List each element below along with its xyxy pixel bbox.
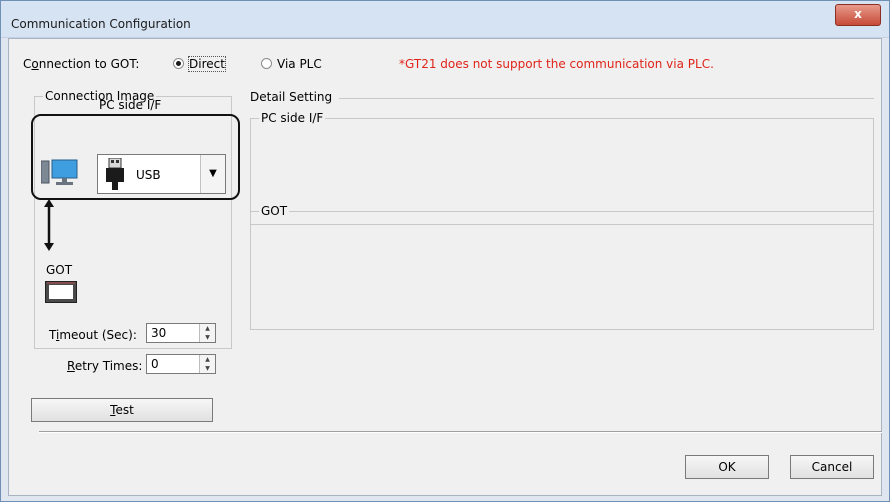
retry-spin-buttons[interactable]: ▲ ▼ <box>199 355 215 373</box>
dialog-client-area: Connection to GOT: Direct Via PLC *GT21 … <box>8 38 882 496</box>
close-button[interactable]: x <box>835 4 881 26</box>
timeout-stepper[interactable]: 30 ▲ ▼ <box>146 323 216 343</box>
close-icon: x <box>854 7 862 21</box>
detail-setting-rule <box>339 98 874 99</box>
radio-via-plc-label[interactable]: Via PLC <box>277 57 322 71</box>
timeout-value: 30 <box>151 326 167 340</box>
retry-value: 0 <box>151 357 159 371</box>
got-group-legend: GOT <box>259 204 290 218</box>
got-label: GOT <box>46 263 73 277</box>
spin-up-icon[interactable]: ▲ <box>200 355 215 364</box>
pc-side-if-group-legend: PC side I/F <box>259 111 326 125</box>
retry-stepper[interactable]: 0 ▲ ▼ <box>146 354 216 374</box>
title-bar[interactable]: Communication Configuration x <box>1 1 889 38</box>
connection-label: Connection to GOT: <box>23 57 140 71</box>
test-button[interactable]: Test <box>31 398 213 422</box>
cancel-button[interactable]: Cancel <box>790 455 874 479</box>
spin-down-icon[interactable]: ▼ <box>200 364 215 373</box>
timeout-spin-buttons[interactable]: ▲ ▼ <box>199 324 215 342</box>
got-panel-icon <box>45 281 77 303</box>
pc-side-if-label: PC side I/F <box>99 98 162 112</box>
detail-setting-legend: Detail Setting <box>250 90 333 104</box>
window-title: Communication Configuration <box>11 17 191 31</box>
radio-direct[interactable] <box>173 58 184 69</box>
radio-via-plc[interactable] <box>261 58 272 69</box>
got-group: GOT <box>250 204 874 330</box>
radio-direct-label[interactable]: Direct <box>188 56 226 72</box>
highlight-callout-frame <box>31 114 240 200</box>
pc-side-if-group: PC side I/F <box>250 111 874 225</box>
double-arrow-icon <box>44 199 54 251</box>
spin-up-icon[interactable]: ▲ <box>200 324 215 333</box>
retry-label: Retry Times: <box>67 359 143 373</box>
via-plc-warning: *GT21 does not support the communication… <box>399 57 714 71</box>
dialog-window: Communication Configuration x Connection… <box>0 0 890 502</box>
ok-button[interactable]: OK <box>685 455 769 479</box>
separator-line <box>39 431 882 433</box>
spin-down-icon[interactable]: ▼ <box>200 333 215 342</box>
timeout-label: Timeout (Sec): <box>49 328 137 342</box>
